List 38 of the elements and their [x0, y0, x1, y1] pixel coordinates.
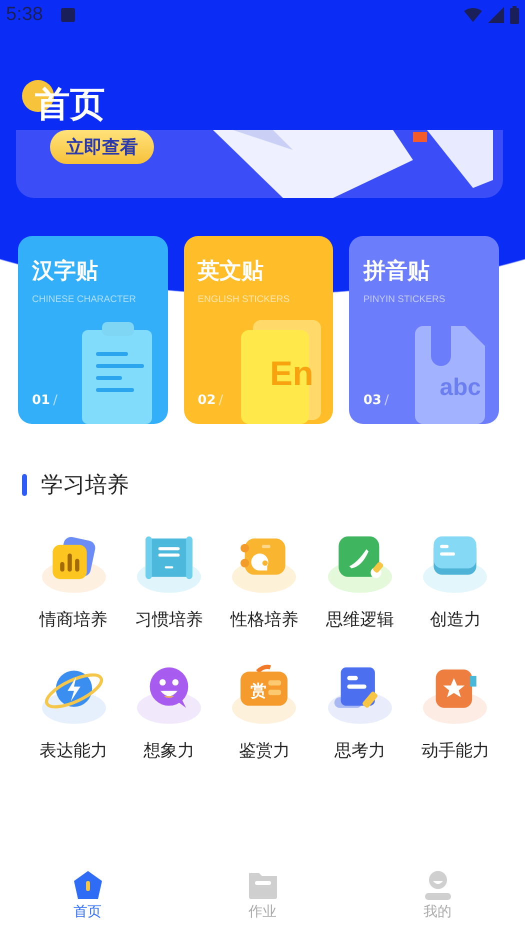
notification-icon — [60, 8, 75, 22]
wifi-icon — [464, 8, 482, 22]
icon-text: 赏 — [250, 681, 266, 702]
view-now-button[interactable]: 立即查看 — [50, 130, 154, 164]
page-title: 首页 — [35, 86, 105, 124]
card-number: 01 — [32, 393, 50, 408]
skill-item[interactable]: 动手能力 — [408, 661, 503, 762]
card-slash: / — [384, 393, 389, 408]
battery-icon — [510, 6, 519, 24]
illustration-text: En — [270, 355, 314, 394]
skill-item[interactable]: 情商培养 — [26, 530, 122, 631]
skill-item[interactable]: 创造力 — [408, 530, 503, 631]
card-title: 拼音贴 — [363, 258, 430, 286]
banner[interactable]: 立即查看 — [16, 130, 503, 198]
tab[interactable]: 首页 — [0, 868, 175, 922]
card-title: 汉字贴 — [32, 258, 99, 286]
card-title: 英文贴 — [198, 258, 265, 286]
skill-item[interactable]: 表达能力 — [26, 661, 122, 762]
skill-item[interactable]: 习惯培养 — [121, 530, 217, 631]
card-slash: / — [218, 393, 224, 408]
skill-item[interactable]: 性格培养 — [216, 530, 312, 631]
card-subtitle: PINYIN STICKERS — [363, 294, 446, 305]
section-title: 学习培养 — [41, 472, 129, 500]
card-number: 03 — [363, 393, 382, 408]
card-number: 02 — [198, 393, 216, 408]
card-subtitle: CHINESE CHARACTER — [32, 294, 137, 305]
illustration-text: abc — [440, 374, 482, 402]
skill-item[interactable]: 思考力 — [312, 661, 408, 762]
card-slash: / — [53, 393, 58, 408]
home-icon — [72, 869, 104, 901]
section-marker — [22, 474, 27, 496]
skill-item[interactable]: 赏 鉴赏力 — [216, 661, 312, 762]
status-time: 5:38 — [6, 4, 43, 26]
skill-item[interactable]: 思维逻辑 — [312, 530, 408, 631]
signal-icon — [488, 7, 504, 23]
sticker-card[interactable]: 拼音贴 PINYIN STICKERS 03 / abc — [349, 236, 500, 424]
card-subtitle: ENGLISH STICKERS — [198, 294, 291, 305]
skill-item[interactable]: 想象力 — [121, 661, 217, 762]
